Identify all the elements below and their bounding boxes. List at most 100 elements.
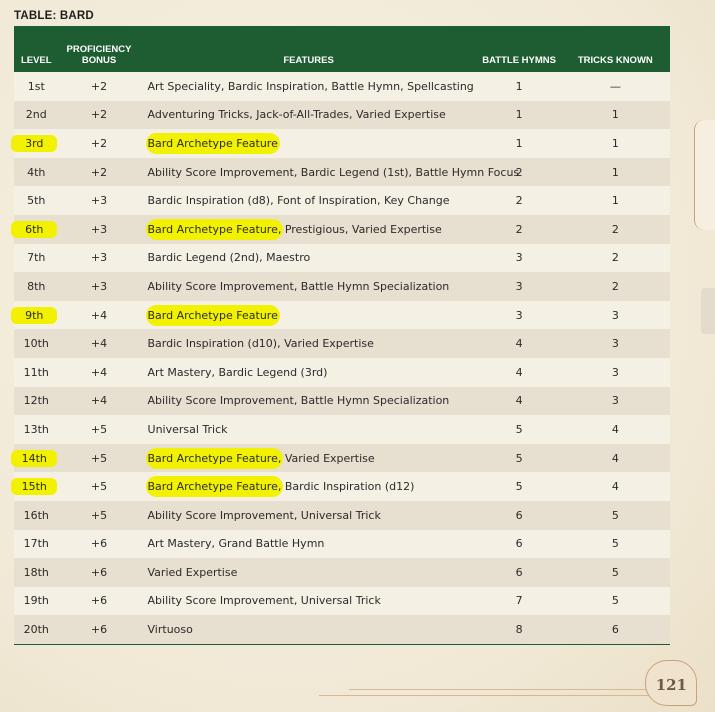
cell-proficiency-bonus: +6 [58, 558, 140, 587]
cell-features: Bardic Inspiration (d10), Varied Experti… [139, 329, 478, 358]
footer-ornament-line-secondary [319, 695, 649, 696]
table-row: 5th +3 Bardic Inspiration (d8), Font of In… [14, 186, 670, 215]
cell-features: Ability Score Improvement, Battle Hymn S… [139, 272, 478, 301]
cell-proficiency-bonus: +6 [58, 615, 140, 645]
cell-battle-hymns: 5 [477, 472, 561, 501]
cell-features: Bardic Legend (2nd), Maestro [139, 243, 478, 273]
feature-text: Art Mastery, Bardic Legend (3rd) [147, 365, 328, 379]
cell-battle-hymns: 1 [477, 100, 561, 130]
cell-features: Adventuring Tricks, Jack-of-All-Trades, … [139, 100, 478, 130]
level-text: 1st [27, 79, 45, 93]
feature-text: Art Mastery, Grand Battle Hymn [147, 537, 325, 551]
level-text: 9th [11, 306, 58, 324]
feature-text: Art Speciality, Bardic Inspiration, Batt… [147, 79, 474, 93]
level-text: 20th [23, 623, 49, 637]
cell-features: Bard Archetype Feature, Varied Expertise [139, 443, 478, 473]
header-battle-hymns: BATTLE HYMNS [477, 26, 561, 72]
cell-features: Varied Expertise [139, 558, 478, 587]
table-row: 20th +6 Virtuoso 8 6 [14, 615, 670, 645]
cell-battle-hymns: 2 [477, 214, 561, 244]
highlighted-feature-text: Bard Archetype Feature, [147, 220, 282, 238]
cell-level: 12th [14, 386, 59, 416]
table-row: 4th +2 Ability Score Improvement, Bardic L… [14, 157, 670, 187]
cell-tricks-known: 4 [560, 443, 670, 473]
feature-text: Ability Score Improvement, Bardic Legend… [147, 165, 520, 179]
header-features: FEATURES [139, 26, 478, 72]
cell-level: 20th [14, 615, 59, 645]
table-row: 10th +4 Bardic Inspiration (d10), Varied E… [14, 329, 670, 358]
table-row: 18th +6 Varied Expertise 6 5 [14, 558, 670, 587]
feature-text: Bardic Legend (2nd), Maestro [147, 251, 311, 265]
level-text: 18th [23, 565, 49, 579]
cell-tricks-known: 6 [560, 615, 670, 645]
side-ornament [694, 120, 715, 230]
cell-tricks-known: 2 [560, 243, 670, 273]
cell-battle-hymns: 1 [477, 129, 561, 158]
cell-battle-hymns: 4 [477, 386, 561, 416]
cell-features: Bard Archetype Feature [139, 129, 478, 158]
feature-text: Bardic Inspiration (d12) [281, 480, 415, 494]
cell-proficiency-bonus: +4 [58, 329, 140, 358]
cell-tricks-known: 1 [560, 129, 670, 158]
level-text: 19th [23, 594, 49, 608]
cell-tricks-known: — [560, 72, 670, 101]
cell-level: 6th [11, 214, 59, 244]
header-tricks-known: TRICKS KNOWN [560, 26, 670, 72]
page-number: 121 [655, 676, 687, 694]
cell-proficiency-bonus: +4 [58, 300, 140, 330]
cell-level: 4th [14, 157, 59, 187]
header-level: LEVEL [14, 26, 59, 72]
cell-level: 9th [11, 300, 59, 330]
cell-level: 18th [14, 558, 59, 587]
feature-text: Ability Score Improvement, Universal Tri… [147, 594, 381, 608]
cell-features: Bard Archetype Feature, Bardic Inspirati… [139, 472, 478, 501]
header-proficiency-bonus: PROFICIENCY BONUS [58, 26, 140, 72]
table-row: 3rd +2 Bard Archetype Feature 1 1 [11, 129, 670, 158]
cell-battle-hymns: 6 [477, 558, 561, 587]
cell-battle-hymns: 3 [477, 300, 561, 330]
cell-tricks-known: 3 [560, 300, 670, 330]
feature-text: Bardic Inspiration (d8), Font of Inspira… [147, 194, 450, 208]
table-header-row: LEVEL PROFICIENCY BONUS FEATURES BATTLE … [14, 26, 670, 72]
cell-proficiency-bonus: +2 [58, 157, 140, 187]
cell-proficiency-bonus: +5 [58, 443, 140, 473]
cell-proficiency-bonus: +5 [58, 415, 140, 444]
table-row: 11th +4 Art Mastery, Bardic Legend (3rd) 4 3 [14, 357, 670, 387]
level-text: 6th [11, 220, 58, 238]
cell-proficiency-bonus: +2 [58, 100, 140, 130]
cell-proficiency-bonus: +5 [58, 472, 140, 501]
cell-tricks-known: 5 [560, 529, 670, 559]
level-text: 14th [11, 449, 58, 467]
cell-features: Ability Score Improvement, Bardic Legend… [139, 157, 519, 187]
table-row: 9th +4 Bard Archetype Feature 3 3 [11, 300, 670, 330]
level-text: 3rd [11, 134, 58, 152]
cell-battle-hymns: 5 [477, 415, 561, 444]
cell-level: 1st [14, 72, 59, 101]
cell-tricks-known: 1 [560, 186, 670, 215]
cell-features: Art Speciality, Bardic Inspiration, Batt… [139, 72, 478, 101]
cell-features: Ability Score Improvement, Universal Tri… [139, 586, 478, 616]
cell-features: Universal Trick [139, 415, 478, 444]
feature-text: Universal Trick [147, 422, 228, 436]
cell-proficiency-bonus: +3 [58, 186, 140, 215]
cell-level: 5th [14, 186, 59, 215]
level-text: 17th [23, 537, 49, 551]
cell-battle-hymns: 1 [477, 72, 561, 101]
feature-text: Prestigious, Varied Expertise [281, 222, 442, 236]
cell-level: 2nd [14, 100, 59, 130]
side-tab [701, 288, 715, 334]
cell-tricks-known: 5 [560, 558, 670, 587]
feature-text: Varied Expertise [281, 451, 375, 465]
table-row: 13th +5 Universal Trick 5 4 [14, 415, 670, 444]
feature-text: Adventuring Tricks, Jack-of-All-Trades, … [147, 108, 446, 122]
highlighted-feature-text: Bard Archetype Feature, [147, 478, 282, 496]
cell-proficiency-bonus: +2 [58, 129, 140, 158]
cell-battle-hymns: 3 [477, 243, 561, 273]
feature-text: Virtuoso [147, 623, 193, 637]
cell-level: 13th [14, 415, 59, 444]
level-text: 16th [23, 508, 49, 522]
header-proficiency-bonus-label: PROFICIENCY BONUS [66, 44, 132, 66]
table-row: 14th +5 Bard Archetype Feature, Varied Exp… [11, 443, 670, 473]
table-body: 1st +2 Art Speciality, Bardic Inspiration,… [11, 72, 670, 645]
cell-proficiency-bonus: +4 [58, 357, 140, 387]
